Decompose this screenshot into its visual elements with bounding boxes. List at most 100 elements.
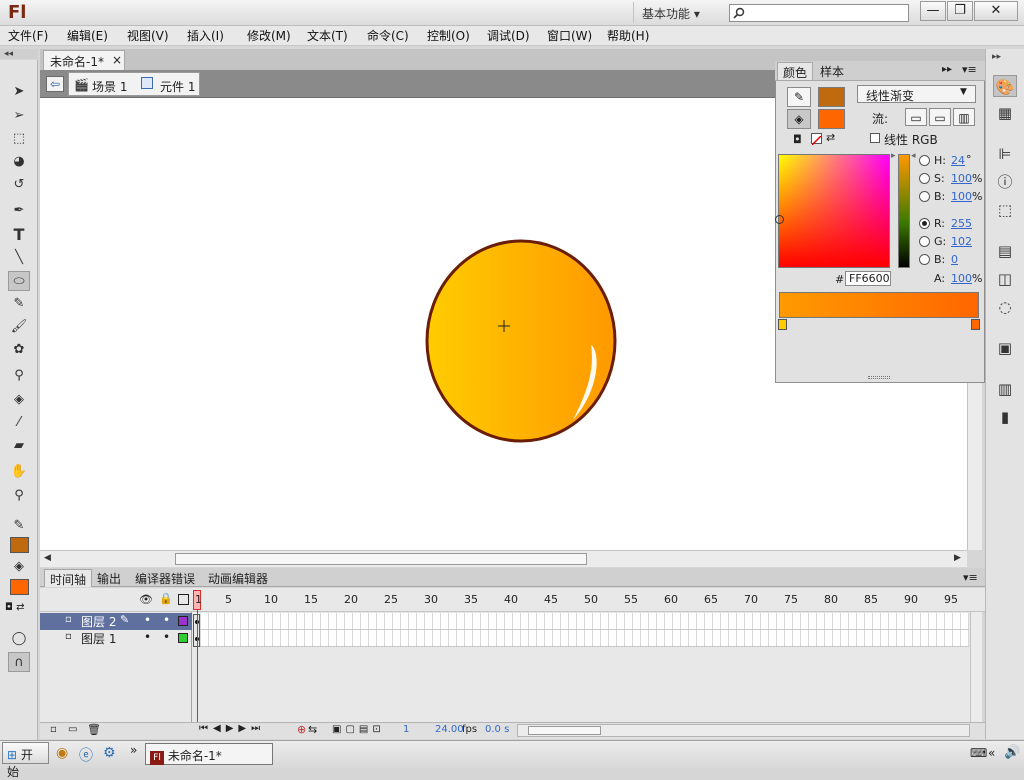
info-icon[interactable]: ⓘ <box>993 171 1017 193</box>
fill-bucket-icon[interactable]: ◈ <box>787 109 811 129</box>
panel-resize-grip[interactable] <box>868 376 890 379</box>
taskbar-item-flash[interactable]: Fl 未命名-1* <box>145 743 273 765</box>
menu-modify[interactable]: 修改(M) <box>247 27 291 44</box>
gradient-stop-right[interactable] <box>971 319 980 330</box>
swatches-grid-icon[interactable]: ▦ <box>993 102 1017 124</box>
quicklaunch-more-icon[interactable]: » <box>130 743 137 757</box>
visibility-dot[interactable]: • <box>144 630 151 644</box>
stroke-pencil-icon[interactable]: ✎ <box>787 87 811 107</box>
fps-value[interactable]: 24.00 <box>435 724 464 735</box>
hue-slider[interactable] <box>898 154 910 268</box>
panel-fill-swatch[interactable] <box>818 109 845 129</box>
chrome-icon[interactable]: ◉ <box>56 745 68 761</box>
project-icon[interactable]: ▥ <box>993 378 1017 400</box>
stroke-color-swatch[interactable] <box>10 537 29 553</box>
fill-type-select[interactable]: 线性渐变 ▼ <box>857 85 976 103</box>
subselection-tool-icon[interactable]: ➢ <box>8 106 30 126</box>
lasso-tool-icon[interactable]: ↺ <box>8 175 30 195</box>
timeline-menu-icon[interactable]: ▾≡ <box>963 571 978 584</box>
oval-tool-icon[interactable]: ⬭ <box>8 271 30 291</box>
black-white-icon[interactable]: ◘ <box>793 133 802 146</box>
collapse-tools-icon[interactable]: ◂◂ <box>0 49 40 60</box>
horizontal-scroll-thumb[interactable] <box>175 553 587 565</box>
gradient-preview-bar[interactable] <box>779 292 979 318</box>
minimize-button[interactable]: — <box>920 1 946 21</box>
playback-controls-icon[interactable]: ⏮◀▶▶⏭ <box>199 723 265 734</box>
collapse-panel-icon[interactable]: ▸▸ <box>942 64 952 75</box>
hand-tool-icon[interactable]: ✋ <box>8 462 30 482</box>
pen-tool-icon[interactable]: ✒ <box>8 201 30 221</box>
layer-outline-color[interactable] <box>178 633 188 643</box>
color-palette-icon[interactable]: 🎨 <box>993 75 1017 97</box>
restore-button[interactable]: ❐ <box>947 1 973 21</box>
browser-icon[interactable]: ⓔ <box>79 745 93 765</box>
g-value[interactable]: 102 <box>951 235 972 248</box>
stage-horizontal-scrollbar[interactable]: ◀ ▶ <box>40 550 967 567</box>
swap-color-icon[interactable]: ⇄ <box>826 131 835 144</box>
timeline-scroll-thumb[interactable] <box>528 726 601 735</box>
radio-blue[interactable] <box>919 254 930 265</box>
menu-window[interactable]: 窗口(W) <box>547 27 592 44</box>
breadcrumb-scene[interactable]: 场景 1 <box>92 78 127 95</box>
flow-extend-button[interactable]: ▭ <box>905 108 927 126</box>
no-color-icon[interactable] <box>811 133 822 146</box>
start-button[interactable]: ⊞ 开始 <box>2 742 49 779</box>
object-drawing-icon[interactable]: ◯ <box>8 629 30 649</box>
tab-output[interactable]: 输出 <box>92 569 126 587</box>
layer-row-1[interactable]: ▫ 图层 1 • • <box>40 630 192 647</box>
3d-rotation-tool-icon[interactable]: ◕ <box>8 152 30 172</box>
tab-motion-editor[interactable]: 动画编辑器 <box>203 569 273 587</box>
eyedropper-tool-icon[interactable]: ⁄ <box>8 413 30 433</box>
layer-outline-color[interactable] <box>178 616 188 626</box>
flow-repeat-button[interactable]: ▥ <box>953 108 975 126</box>
layer-row-2[interactable]: ▫ 图层 2 ✎ • • <box>40 613 192 630</box>
flow-reflect-button[interactable]: ▭ <box>929 108 951 126</box>
panel-stroke-swatch[interactable] <box>818 87 845 107</box>
breadcrumb-symbol[interactable]: 元件 1 <box>160 78 195 95</box>
document-tab[interactable]: 未命名-1* × <box>43 50 125 70</box>
back-arrow-icon[interactable]: ⇦ <box>46 76 64 92</box>
h-value[interactable]: 24 <box>951 154 965 167</box>
r-value[interactable]: 255 <box>951 217 972 230</box>
free-transform-tool-icon[interactable]: ⬚ <box>8 129 30 149</box>
fill-color-swatch[interactable] <box>10 579 29 595</box>
code-snippets-icon[interactable]: ▤ <box>993 240 1017 262</box>
hue-slider-arrow-right[interactable]: ◂ <box>911 151 916 161</box>
loop-icon[interactable]: ⇆ <box>308 723 317 736</box>
show-layers-eye-icon[interactable]: 👁 <box>139 593 153 606</box>
scroll-left-icon[interactable]: ◀ <box>44 553 51 563</box>
menu-debug[interactable]: 调试(D) <box>487 27 530 44</box>
gradient-stop-left[interactable] <box>778 319 787 330</box>
center-frame-icon[interactable]: ⊕ <box>297 723 306 736</box>
alpha-value[interactable]: 100 <box>951 272 972 285</box>
close-tab-icon[interactable]: × <box>112 53 122 67</box>
pencil-tool-icon[interactable]: ✎ <box>8 294 30 314</box>
tab-compiler-errors[interactable]: 编译器错误 <box>130 569 200 587</box>
paint-bucket-tool-icon[interactable]: ◈ <box>8 390 30 410</box>
menu-insert[interactable]: 插入(I) <box>187 27 224 44</box>
library-icon[interactable]: ▣ <box>993 337 1017 359</box>
blue-value[interactable]: 0 <box>951 253 958 266</box>
text-tool-icon[interactable]: T <box>8 225 30 245</box>
menu-text[interactable]: 文本(T) <box>307 27 348 44</box>
transform-icon[interactable]: ⬚ <box>993 199 1017 221</box>
layer-1-frames[interactable] <box>193 630 969 647</box>
timeline-horizontal-scrollbar[interactable] <box>517 724 970 737</box>
radio-s[interactable] <box>919 173 930 184</box>
lock-layers-icon[interactable]: 🔒 <box>159 592 173 605</box>
align-icon[interactable]: ⊫ <box>993 143 1017 165</box>
radio-g[interactable] <box>919 236 930 247</box>
lock-dot[interactable]: • <box>163 613 170 627</box>
layer-name[interactable]: 图层 1 <box>81 630 116 647</box>
settings-gear-icon[interactable]: ⚙ <box>103 745 116 761</box>
deco-tool-icon[interactable]: ✿ <box>8 340 30 360</box>
expand-dock-icon[interactable]: ▸▸ <box>992 52 1001 62</box>
snap-to-objects-icon[interactable]: ∩ <box>8 652 30 672</box>
bone-tool-icon[interactable]: ⚲ <box>8 366 30 386</box>
s-value[interactable]: 100 <box>951 172 972 185</box>
new-layer-icon[interactable]: ▫ <box>50 724 57 735</box>
menu-file[interactable]: 文件(F) <box>8 27 48 44</box>
zoom-tool-icon[interactable]: ⚲ <box>8 486 30 506</box>
panel-menu-icon[interactable]: ▾≡ <box>962 63 977 76</box>
tray-expand-icon[interactable]: « <box>988 746 995 760</box>
